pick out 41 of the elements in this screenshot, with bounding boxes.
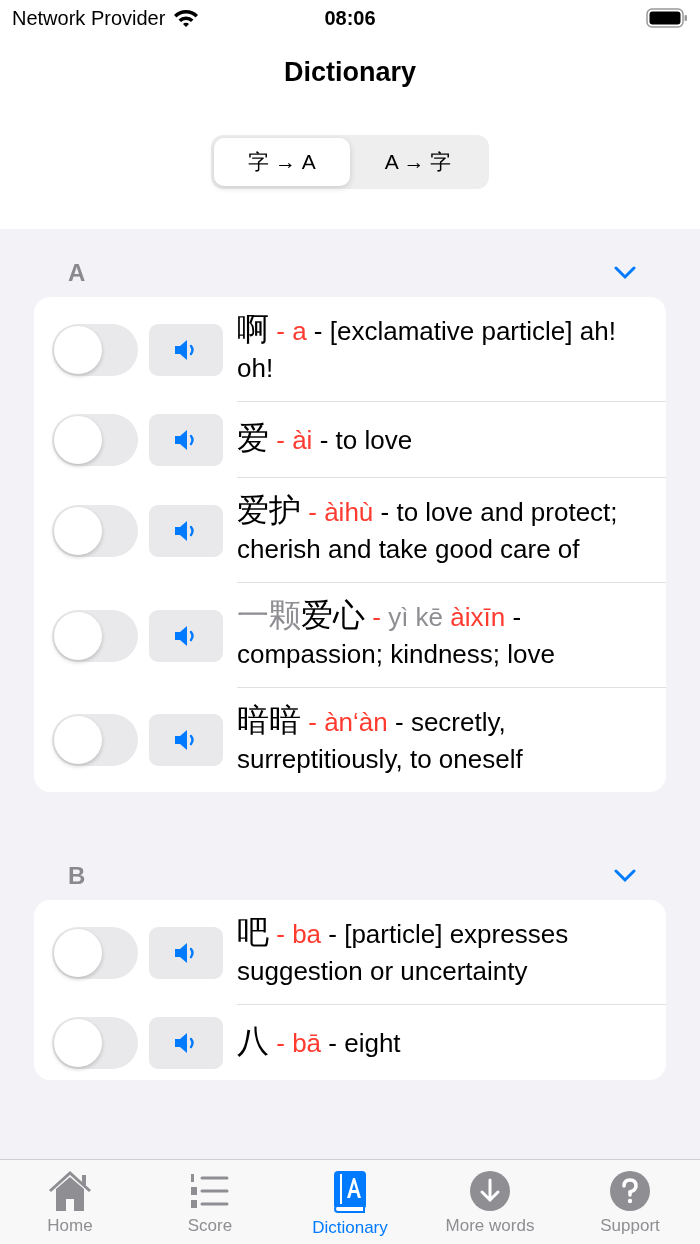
tab-bar-item[interactable]: Dictionary: [280, 1160, 420, 1244]
toggle-switch[interactable]: [52, 504, 138, 557]
segment-tab[interactable]: 字 → A: [214, 138, 350, 186]
help-icon: [609, 1170, 651, 1212]
tab-bar-item[interactable]: Score: [140, 1160, 280, 1244]
clock-time: 08:06: [323, 6, 377, 30]
dictionary-entry: 爱 - ài - to love: [237, 420, 413, 459]
toggle-switch[interactable]: [52, 1016, 138, 1069]
tab-bar-item[interactable]: Home: [0, 1160, 140, 1244]
section-letter: B: [68, 862, 86, 890]
section-letter: A: [68, 259, 86, 287]
play-sound-button[interactable]: [149, 714, 223, 766]
chevron-icon[interactable]: [614, 869, 636, 883]
screen-title: Dictionary: [283, 56, 416, 88]
book-icon: [332, 1170, 368, 1214]
segment-tab[interactable]: A → 字: [350, 138, 486, 186]
toggle-switch[interactable]: [52, 609, 138, 662]
play-sound-button[interactable]: [149, 504, 223, 557]
play-sound-button[interactable]: [149, 414, 223, 466]
play-sound-button[interactable]: [149, 1016, 223, 1069]
carrier-name: Network Provider: [12, 6, 166, 30]
battery-icon: [646, 8, 688, 28]
play-sound-button[interactable]: [149, 323, 223, 376]
dictionary-entry: 吧 - ba - [particle] expresses suggestion or uncertainty: [237, 914, 570, 988]
toggle-switch[interactable]: [52, 926, 138, 979]
tab-bar-item[interactable]: More words: [420, 1160, 560, 1244]
play-sound-button[interactable]: [149, 926, 223, 979]
play-sound-button[interactable]: [149, 609, 223, 662]
toggle-switch[interactable]: [52, 414, 138, 466]
toggle-switch[interactable]: [52, 714, 138, 766]
dictionary-entry: 啊 - a - [exclamative particle] ah! oh!: [237, 311, 617, 385]
tab-bar-item[interactable]: Support: [560, 1160, 700, 1244]
arrow-down-circle-icon: [469, 1170, 511, 1212]
toggle-switch[interactable]: [52, 323, 138, 376]
dictionary-entry: 一颗爱心 - yì kē àixīn - compassion; kindness; love: [237, 597, 556, 671]
dictionary-entry: 暗暗 - àn‘àn - secretly, surreptitiously, to oneself: [237, 702, 524, 776]
wifi-icon: [173, 8, 200, 28]
dictionary-entry: 爱护 - àihù - to love and protect; cherish and take good care of: [237, 492, 619, 566]
chevron-icon[interactable]: [614, 266, 636, 280]
home-icon: [47, 1170, 93, 1212]
dictionary-entry: 八 - bā - eight: [237, 1023, 401, 1062]
